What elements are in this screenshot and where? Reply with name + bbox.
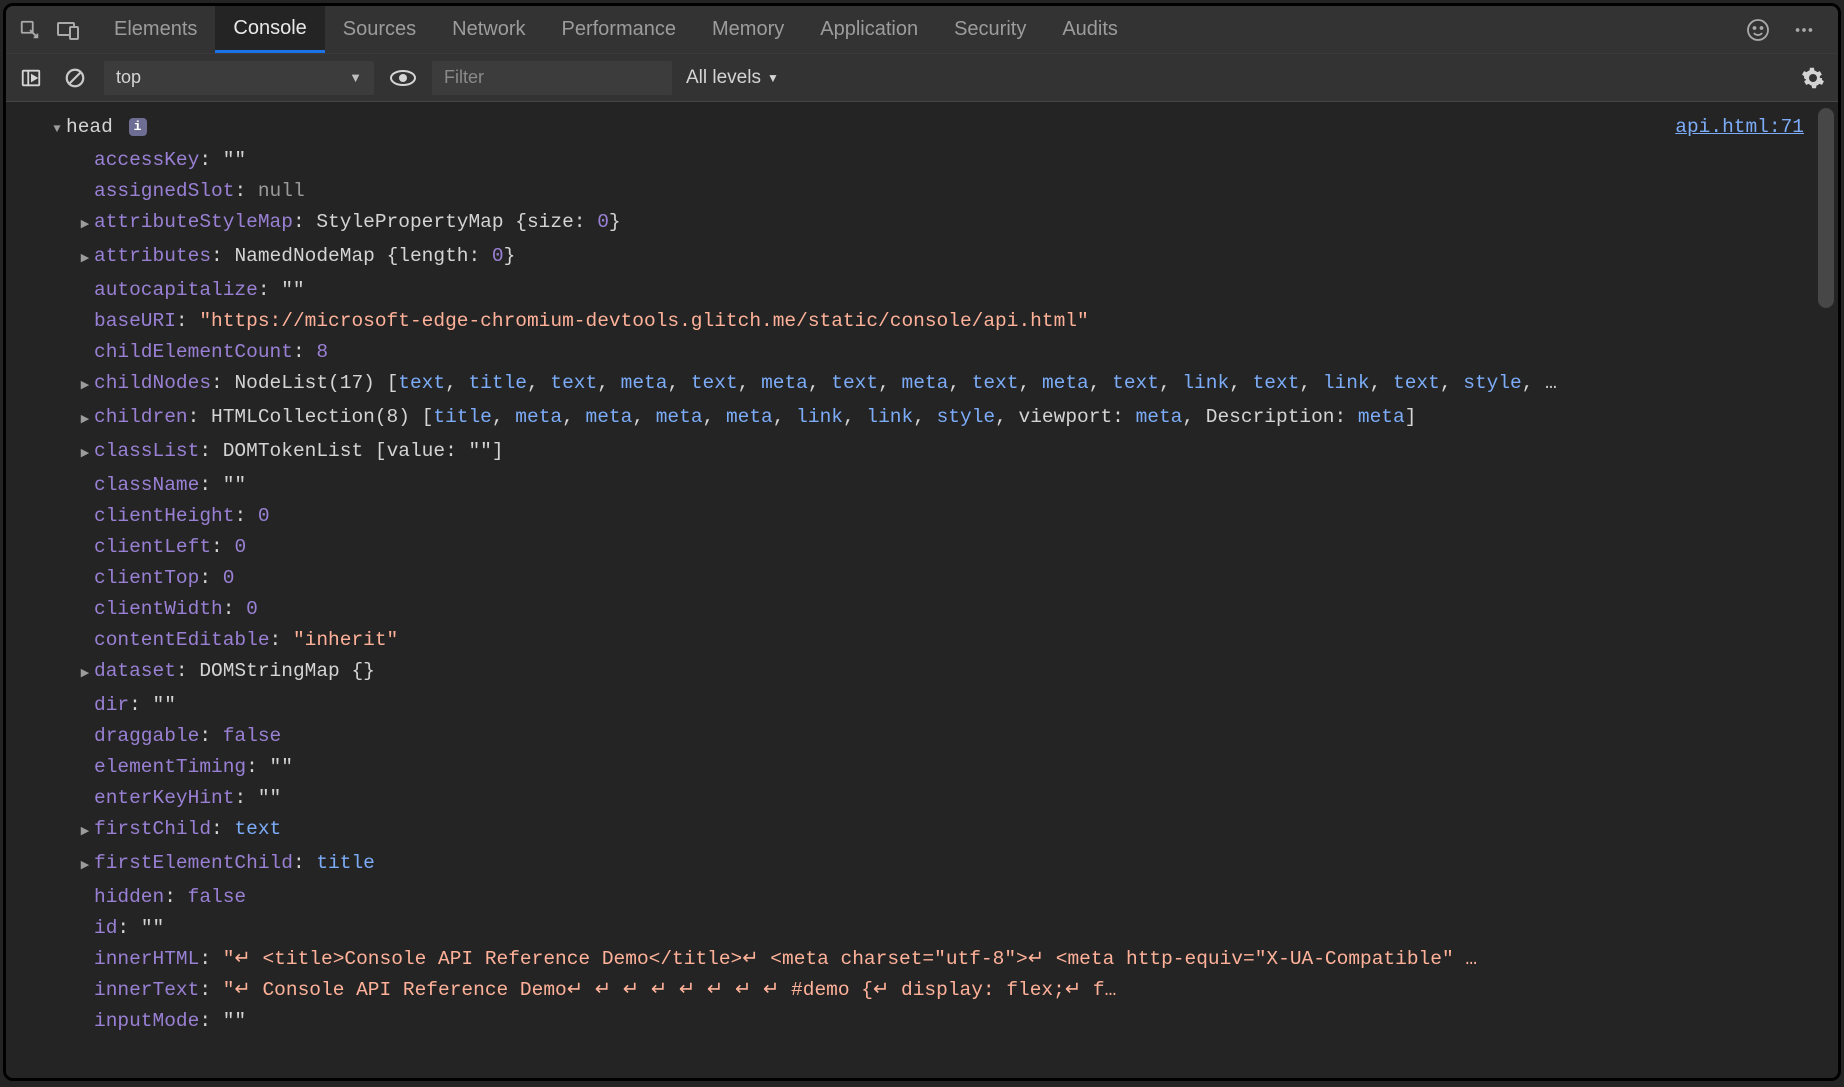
object-inspector[interactable]: head iaccessKey: ""assignedSlot: nullatt…: [6, 112, 1838, 1037]
filter-input[interactable]: [432, 61, 672, 95]
property-row[interactable]: dir: "": [50, 690, 1822, 721]
settings-gear-icon[interactable]: [1798, 63, 1828, 93]
tab-memory[interactable]: Memory: [694, 6, 802, 53]
tab-security[interactable]: Security: [936, 6, 1044, 53]
property-row[interactable]: dataset: DOMStringMap {}: [50, 656, 1822, 690]
more-menu-icon[interactable]: [1788, 14, 1820, 46]
tab-audits[interactable]: Audits: [1044, 6, 1136, 53]
tab-console[interactable]: Console: [215, 6, 324, 53]
chevron-down-icon: ▼: [349, 70, 362, 85]
property-row[interactable]: firstElementChild: title: [50, 848, 1822, 882]
devtools-tabbar: ElementsConsoleSourcesNetworkPerformance…: [6, 6, 1838, 54]
property-row[interactable]: children: HTMLCollection(8) [title, meta…: [50, 402, 1822, 436]
property-row[interactable]: baseURI: "https://microsoft-edge-chromiu…: [50, 306, 1822, 337]
toggle-sidebar-icon[interactable]: [16, 63, 46, 93]
context-selector-value: top: [116, 67, 141, 88]
console-body: api.html:71 head iaccessKey: ""assignedS…: [6, 102, 1838, 1078]
log-levels-label: All levels: [686, 67, 761, 89]
property-row[interactable]: accessKey: "": [50, 145, 1822, 176]
tab-elements[interactable]: Elements: [96, 6, 215, 53]
property-row[interactable]: elementTiming: "": [50, 752, 1822, 783]
smiley-icon[interactable]: [1742, 14, 1774, 46]
tab-sources[interactable]: Sources: [325, 6, 434, 53]
inspect-element-icon[interactable]: [14, 14, 46, 46]
source-link[interactable]: api.html:71: [1675, 112, 1804, 143]
property-row[interactable]: childNodes: NodeList(17) [text, title, t…: [50, 368, 1822, 402]
property-row[interactable]: attributeStyleMap: StylePropertyMap {siz…: [50, 207, 1822, 241]
log-levels-dropdown[interactable]: All levels ▼: [686, 67, 779, 89]
chevron-down-icon: ▼: [767, 71, 779, 85]
property-row[interactable]: innerHTML: "↵ <title>Console API Referen…: [50, 944, 1822, 975]
clear-console-icon[interactable]: [60, 63, 90, 93]
property-row[interactable]: firstChild: text: [50, 814, 1822, 848]
property-row[interactable]: assignedSlot: null: [50, 176, 1822, 207]
property-row[interactable]: contentEditable: "inherit": [50, 625, 1822, 656]
property-row[interactable]: clientHeight: 0: [50, 501, 1822, 532]
property-row[interactable]: draggable: false: [50, 721, 1822, 752]
property-row[interactable]: clientLeft: 0: [50, 532, 1822, 563]
property-row[interactable]: innerText: "↵ Console API Reference Demo…: [50, 975, 1822, 1006]
property-row[interactable]: classList: DOMTokenList [value: ""]: [50, 436, 1822, 470]
property-row[interactable]: id: "": [50, 913, 1822, 944]
property-row[interactable]: childElementCount: 8: [50, 337, 1822, 368]
property-row[interactable]: clientTop: 0: [50, 563, 1822, 594]
property-row[interactable]: className: "": [50, 470, 1822, 501]
tab-network[interactable]: Network: [434, 6, 543, 53]
context-selector[interactable]: top ▼: [104, 61, 374, 95]
device-toolbar-icon[interactable]: [52, 14, 84, 46]
console-toolbar: top ▼ All levels ▼: [6, 54, 1838, 102]
property-row[interactable]: autocapitalize: "": [50, 275, 1822, 306]
info-badge-icon: i: [129, 118, 147, 136]
property-row[interactable]: inputMode: "": [50, 1006, 1822, 1037]
property-row[interactable]: hidden: false: [50, 882, 1822, 913]
vertical-scrollbar[interactable]: [1818, 108, 1834, 308]
property-row[interactable]: enterKeyHint: "": [50, 783, 1822, 814]
tab-application[interactable]: Application: [802, 6, 936, 53]
object-header[interactable]: head i: [50, 112, 1822, 145]
panel-tabs: ElementsConsoleSourcesNetworkPerformance…: [96, 6, 1736, 53]
property-row[interactable]: attributes: NamedNodeMap {length: 0}: [50, 241, 1822, 275]
tab-performance[interactable]: Performance: [544, 6, 695, 53]
live-expression-icon[interactable]: [388, 63, 418, 93]
property-row[interactable]: clientWidth: 0: [50, 594, 1822, 625]
